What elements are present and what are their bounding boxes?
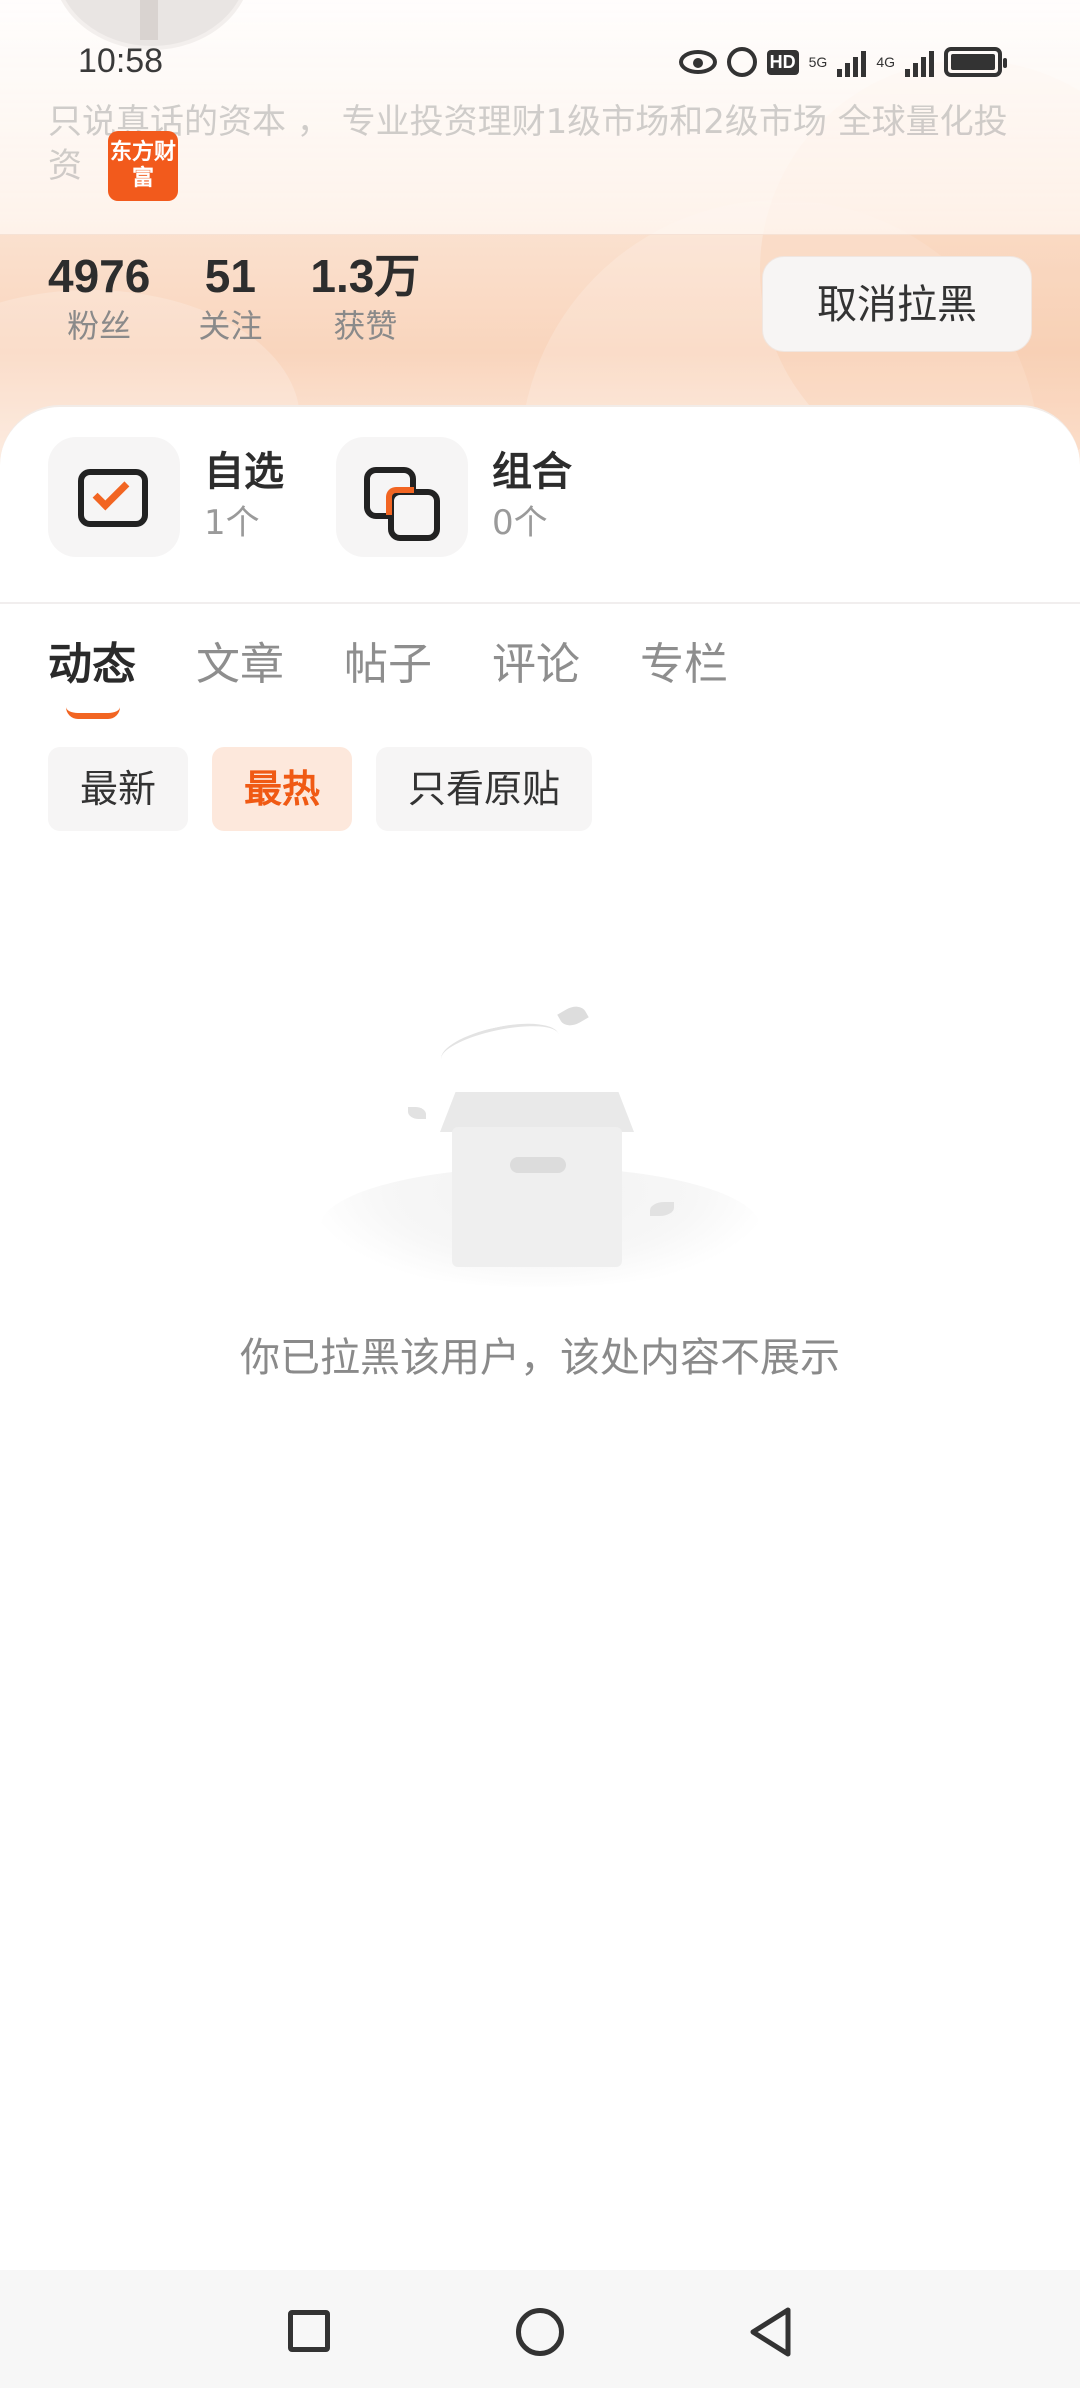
stat-fans[interactable]: 4976 粉丝 bbox=[48, 248, 150, 348]
stat-label: 获赞 bbox=[333, 307, 398, 345]
eastmoney-badge: 东方财富 bbox=[108, 131, 178, 201]
avatar-detail bbox=[140, 0, 158, 40]
content-card: 自选 1个 组合 0个 动态 文章 帖子 评论 专栏 最新 最热 只看原贴 你已… bbox=[0, 405, 1080, 2388]
tab-label: 帖子 bbox=[344, 639, 432, 690]
eye-icon bbox=[678, 50, 717, 74]
tab-label: 评论 bbox=[492, 639, 580, 690]
tab-active-indicator bbox=[66, 707, 120, 719]
profile-banner: 只说真话的资本 ， 专业投资理财1级市场和2级市场 全球量化投资 东方财富 10… bbox=[0, 0, 1080, 470]
tab-label: 动态 bbox=[48, 639, 136, 690]
profile-bio: 只说真话的资本 ， 专业投资理财1级市场和2级市场 全球量化投资 bbox=[48, 102, 1008, 186]
content-tabs: 动态 文章 帖子 评论 专栏 bbox=[48, 635, 728, 719]
stat-likes[interactable]: 1.3万 获赞 bbox=[310, 248, 420, 348]
stat-label: 关注 bbox=[198, 307, 263, 345]
filter-chips: 最新 最热 只看原贴 bbox=[48, 747, 593, 831]
back-icon[interactable] bbox=[748, 2306, 792, 2358]
stat-following[interactable]: 51 关注 bbox=[198, 248, 262, 348]
tab-label: 文章 bbox=[196, 639, 284, 690]
combo-icon bbox=[336, 437, 468, 557]
tab-articles[interactable]: 文章 bbox=[196, 635, 284, 695]
empty-state-message: 你已拉黑该用户，该处内容不展示 bbox=[240, 1335, 840, 1381]
filter-hottest[interactable]: 最热 bbox=[212, 747, 353, 831]
alarm-icon bbox=[726, 47, 757, 77]
feature-title: 自选 bbox=[204, 449, 284, 495]
filter-latest[interactable]: 最新 bbox=[48, 747, 189, 831]
recent-apps-icon[interactable] bbox=[288, 2310, 330, 2352]
hd-icon: HD bbox=[766, 49, 799, 75]
feature-title: 组合 bbox=[492, 449, 572, 495]
divider bbox=[0, 602, 1080, 604]
stat-value: 4976 bbox=[48, 250, 151, 302]
status-time: 10:58 bbox=[78, 42, 164, 80]
checkbox-icon bbox=[48, 437, 180, 557]
profile-header: 只说真话的资本 ， 专业投资理财1级市场和2级市场 全球量化投资 东方财富 bbox=[0, 0, 1080, 235]
filter-original-only[interactable]: 只看原贴 bbox=[376, 747, 593, 831]
tab-columns[interactable]: 专栏 bbox=[640, 635, 728, 695]
feature-count: 1个 bbox=[204, 503, 260, 543]
profile-page: 只说真话的资本 ， 专业投资理财1级市场和2级市场 全球量化投资 东方财富 10… bbox=[0, 0, 1080, 2388]
4g-label: 4G bbox=[876, 54, 895, 70]
unblock-button[interactable]: 取消拉黑 bbox=[762, 256, 1032, 352]
system-nav-bar bbox=[0, 2270, 1080, 2388]
4g-signal-icon bbox=[905, 47, 934, 77]
feature-count: 0个 bbox=[492, 503, 548, 543]
tab-activity[interactable]: 动态 bbox=[48, 635, 136, 719]
battery-icon bbox=[944, 47, 1007, 77]
home-icon[interactable] bbox=[516, 2308, 564, 2356]
empty-box-illustration bbox=[320, 997, 760, 1287]
stat-value: 1.3万 bbox=[310, 250, 421, 302]
tab-posts[interactable]: 帖子 bbox=[344, 635, 432, 695]
5g-label: 5G bbox=[808, 54, 828, 70]
status-icons: HD 5G 4G bbox=[678, 42, 1007, 82]
watchlist-entry[interactable]: 自选 1个 bbox=[48, 437, 284, 557]
stat-value: 51 bbox=[204, 250, 256, 302]
tab-comments[interactable]: 评论 bbox=[492, 635, 580, 695]
5g-signal-icon bbox=[837, 47, 867, 77]
portfolio-entry[interactable]: 组合 0个 bbox=[336, 437, 572, 557]
stat-label: 粉丝 bbox=[67, 307, 132, 345]
profile-stats: 4976 粉丝 51 关注 1.3万 获赞 bbox=[48, 248, 468, 348]
tab-label: 专栏 bbox=[640, 639, 728, 690]
